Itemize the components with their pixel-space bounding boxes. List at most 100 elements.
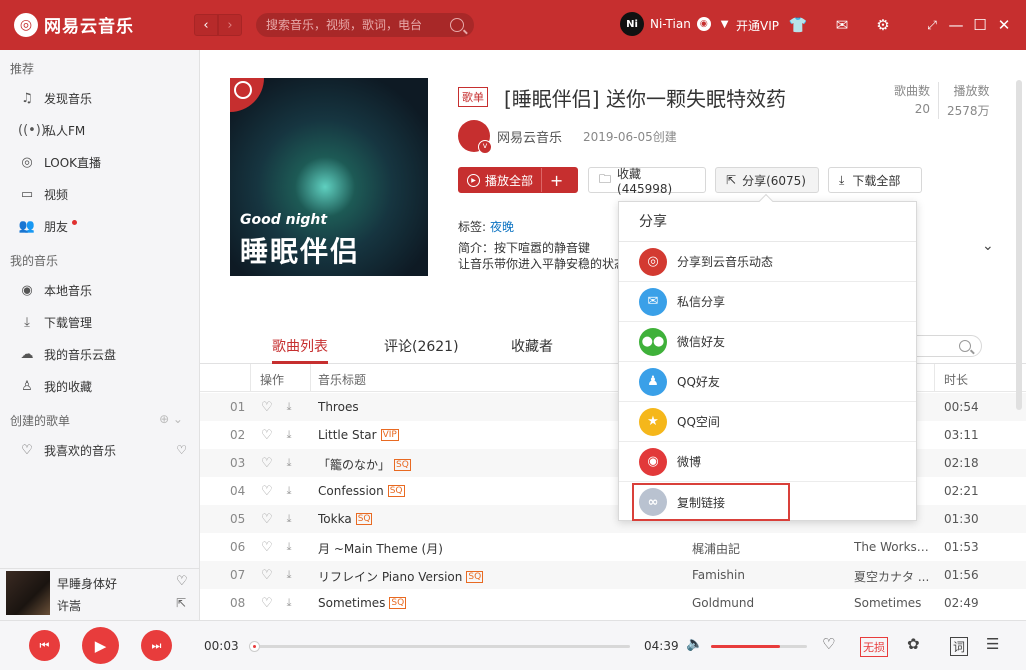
sidebar-item-friends[interactable]: 👥 朋友 — [0, 210, 199, 242]
track-title-text[interactable]: Throes — [318, 400, 359, 414]
track-title[interactable]: Throes — [318, 400, 359, 414]
track-artist[interactable]: Goldmund — [692, 596, 842, 610]
like-icon[interactable]: ♡ — [261, 400, 273, 415]
like-icon[interactable]: ♡ — [261, 568, 273, 583]
quality-button[interactable]: 无损 — [860, 637, 888, 657]
gear-icon[interactable]: ⚙ — [873, 15, 893, 35]
now-playing-artist[interactable]: 许嵩 — [57, 597, 81, 614]
close-icon[interactable]: ✕ — [994, 15, 1014, 35]
track-title-text[interactable]: リフレイン Piano Version — [318, 568, 462, 585]
track-album[interactable]: Sometimes — [854, 596, 930, 610]
open-vip-button[interactable]: 开通VIP — [736, 17, 779, 34]
mini-mode-icon[interactable]: ⤢ — [922, 15, 942, 35]
share-option-qzone[interactable]: ★ QQ空间 — [619, 402, 916, 442]
heartbeat-mode-icon[interactable]: ♡ — [822, 635, 835, 653]
table-row[interactable]: 07 ♡ ⤓ リフレイン Piano Version SQ Famishin 夏空カナタ .… — [200, 561, 1026, 589]
share-button[interactable]: ⇱ 分享(6075) — [715, 167, 819, 193]
column-title[interactable]: 音乐标题 — [318, 371, 366, 388]
app-logo[interactable]: ◎ 网易云音乐 — [14, 12, 134, 37]
download-icon[interactable]: ⤓ — [287, 400, 292, 415]
tag-link[interactable]: 夜晚 — [490, 220, 514, 234]
download-icon[interactable]: ⤓ — [287, 596, 292, 611]
share-icon[interactable]: ⇱ — [176, 596, 186, 610]
effects-icon[interactable]: ✿ — [907, 635, 920, 653]
table-row[interactable]: 08 ♡ ⤓ Sometimes SQ Goldmund Sometimes 02:49 — [200, 589, 1026, 617]
play-all-button[interactable]: ▶ 播放全部 + — [458, 167, 578, 193]
message-icon[interactable]: ✉ — [832, 15, 852, 35]
progress-handle[interactable] — [249, 641, 261, 652]
tab-comments[interactable]: 评论(2621) — [384, 336, 459, 364]
play-all-main[interactable]: ▶ 播放全部 — [459, 168, 541, 192]
track-album[interactable]: 夏空カナタ ... — [854, 568, 930, 585]
search-icon[interactable] — [959, 340, 971, 352]
creator-avatar[interactable] — [458, 120, 492, 154]
lyrics-button[interactable]: 词 — [950, 637, 969, 656]
sidebar-item-cloud[interactable]: ☁ 我的音乐云盘 — [0, 338, 199, 370]
play-button[interactable]: ▶ — [82, 627, 119, 664]
download-icon[interactable]: ⤓ — [287, 456, 292, 471]
column-duration[interactable]: 时长 — [944, 371, 968, 388]
track-title-text[interactable]: Confession — [318, 484, 384, 498]
sidebar-item-video[interactable]: ▭ 视频 — [0, 178, 199, 210]
sidebar-item-downloads[interactable]: ⤓ 下载管理 — [0, 306, 199, 338]
track-title[interactable]: 「籠のなか」 SQ — [318, 456, 411, 473]
volume-slider[interactable] — [711, 645, 807, 648]
now-playing-title[interactable]: 早睡身体好 — [57, 575, 117, 592]
track-title[interactable]: Tokka SQ — [318, 512, 373, 526]
share-option-weibo[interactable]: ◉ 微博 — [619, 442, 916, 482]
track-title-text[interactable]: Tokka — [318, 512, 352, 526]
download-icon[interactable]: ⤓ — [287, 484, 292, 499]
volume-icon[interactable]: 🔈 — [686, 636, 703, 652]
download-icon[interactable]: ⤓ — [287, 540, 292, 555]
track-title-text[interactable]: 「籠のなか」 — [318, 456, 390, 473]
username[interactable]: Ni-Tian — [650, 17, 691, 31]
minimize-icon[interactable]: — — [946, 15, 966, 35]
creator-name[interactable]: 网易云音乐 — [497, 127, 562, 146]
download-icon[interactable]: ⤓ — [287, 568, 292, 583]
playlist-queue-icon[interactable]: ☰ — [986, 635, 999, 653]
like-icon[interactable]: ♡ — [261, 428, 273, 443]
share-option-mail[interactable]: ✉ 私信分享 — [619, 282, 916, 322]
search-icon[interactable] — [450, 18, 464, 32]
download-icon[interactable]: ⤓ — [287, 512, 292, 527]
back-button[interactable]: ‹ — [194, 14, 218, 36]
add-to-queue-icon[interactable]: + — [541, 168, 571, 192]
download-all-button[interactable]: ⤓ 下载全部 — [828, 167, 922, 193]
track-album[interactable]: The Works ... — [854, 540, 930, 554]
share-option-wechat[interactable]: ●● 微信好友 — [619, 322, 916, 362]
add-playlist-icon[interactable]: ⊕ ⌄ — [159, 412, 183, 434]
next-button[interactable]: ⏭ — [141, 630, 172, 661]
sidebar-item-fm[interactable]: ((•)) 私人FM — [0, 114, 199, 146]
share-option-qq[interactable]: ♟ QQ好友 — [619, 362, 916, 402]
track-title[interactable]: Confession SQ — [318, 484, 405, 498]
user-menu[interactable]: Ni Ni-Tian ◉ ▼ — [620, 12, 729, 36]
share-option-link[interactable]: ∞ 复制链接 — [631, 482, 791, 522]
track-title[interactable]: リフレイン Piano Version SQ — [318, 568, 484, 585]
collect-button[interactable]: 🗀 收藏(445998) — [588, 167, 706, 196]
search-box[interactable] — [256, 13, 474, 37]
heartbeat-mode-icon[interactable]: ♡ — [176, 443, 187, 457]
table-row[interactable]: 06 ♡ ⤓ 月 ~Main Theme (月) 梶浦由記 The Works ... 01… — [200, 533, 1026, 561]
sidebar-item-collection[interactable]: ♙ 我的收藏 — [0, 370, 199, 402]
sidebar-item-liked[interactable]: ♡ 我喜欢的音乐 ♡ — [0, 434, 199, 466]
scrollbar[interactable] — [1016, 80, 1022, 410]
like-icon[interactable]: ♡ — [176, 574, 188, 589]
sidebar-item-local[interactable]: ◉ 本地音乐 — [0, 274, 199, 306]
sidebar-item-live[interactable]: ◎ LOOK直播 — [0, 146, 199, 178]
track-title-text[interactable]: Sometimes — [318, 596, 385, 610]
previous-button[interactable]: ⏮ — [29, 630, 60, 661]
like-icon[interactable]: ♡ — [261, 540, 273, 555]
expand-intro-icon[interactable]: ⌄ — [982, 238, 994, 254]
sidebar-item-discover[interactable]: ♫ 发现音乐 — [0, 82, 199, 114]
track-artist[interactable]: Famishin — [692, 568, 842, 582]
avatar[interactable]: Ni — [620, 12, 644, 36]
now-playing-panel[interactable]: 早睡身体好 许嵩 ♡ ⇱ — [0, 568, 200, 620]
tab-songs[interactable]: 歌曲列表 — [272, 336, 328, 364]
forward-button[interactable]: › — [218, 14, 242, 36]
like-icon[interactable]: ♡ — [261, 512, 273, 527]
like-icon[interactable]: ♡ — [261, 456, 273, 471]
tab-collectors[interactable]: 收藏者 — [511, 336, 553, 364]
like-icon[interactable]: ♡ — [261, 484, 273, 499]
skin-icon[interactable]: 👕 — [788, 15, 808, 35]
track-title-text[interactable]: 月 ~Main Theme (月) — [318, 540, 443, 557]
